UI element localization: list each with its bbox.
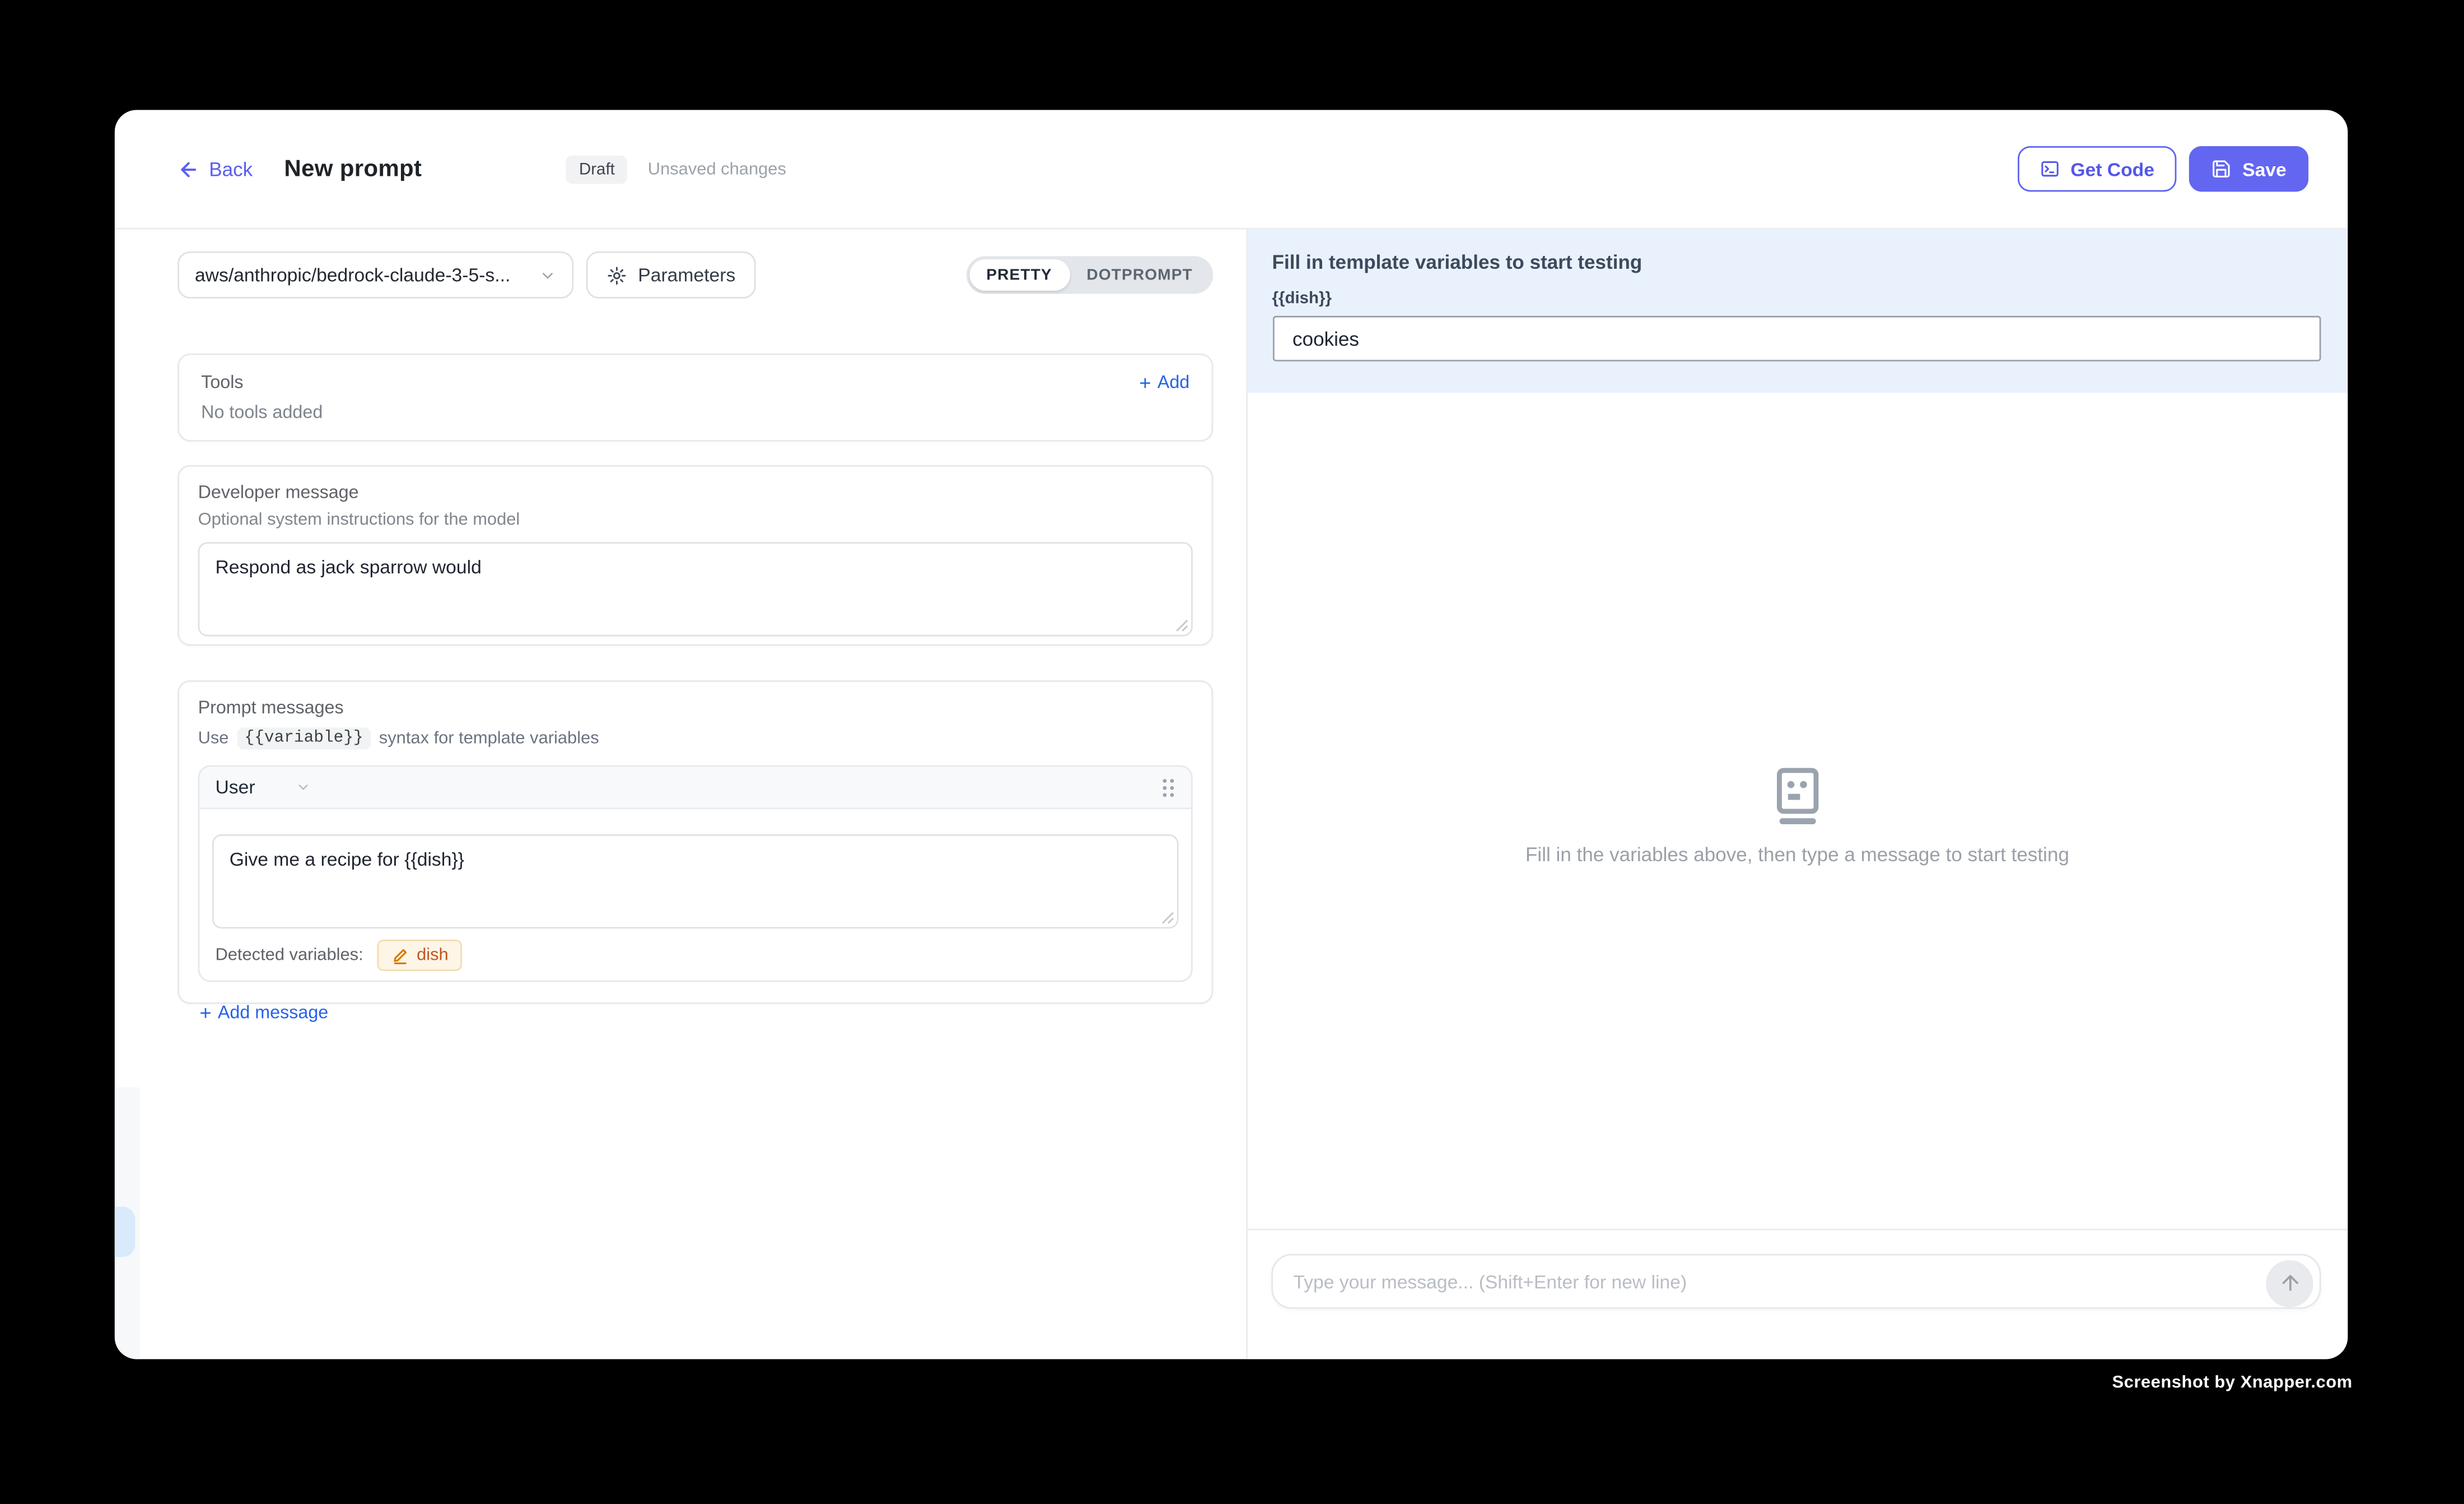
- message-body: Give me a recipe for {{dish}} Detected v…: [199, 809, 1191, 980]
- hint-suffix: syntax for template variables: [379, 729, 599, 748]
- toggle-option-pretty[interactable]: PRETTY: [969, 259, 1069, 291]
- header-actions: Get Code Save: [2017, 146, 2308, 191]
- developer-message-label: Developer message: [198, 484, 1193, 503]
- get-code-button[interactable]: Get Code: [2017, 146, 2176, 191]
- prompt-editor-panel: aws/anthropic/bedrock-claude-3-5-s... Pa…: [115, 230, 1245, 1360]
- variables-title: Fill in template variables to start test…: [1272, 251, 2321, 273]
- terminal-icon: [2039, 158, 2059, 179]
- variable-chip-label: dish: [417, 946, 449, 965]
- test-panel: Fill in template variables to start test…: [1245, 230, 2348, 1360]
- variable-value-input[interactable]: [1272, 316, 2321, 361]
- sidebar-edge-highlight: [115, 1207, 135, 1257]
- developer-message-card: Developer message Optional system instru…: [178, 465, 1213, 646]
- parameters-button[interactable]: Parameters: [586, 251, 756, 298]
- back-arrow-icon: [178, 158, 199, 180]
- bot-face-icon: [1766, 763, 1828, 825]
- message-header: User: [199, 767, 1191, 809]
- save-button[interactable]: Save: [2189, 146, 2308, 191]
- empty-state: Fill in the variables above, then type a…: [1525, 763, 2069, 865]
- add-tool-label: Add: [1158, 373, 1189, 392]
- add-tool-button[interactable]: + Add: [1139, 372, 1189, 393]
- watermark-text: Screenshot by Xnapper.com: [2112, 1374, 2353, 1393]
- page-title: New prompt: [284, 156, 422, 183]
- format-toggle: PRETTY DOTPROMPT: [966, 256, 1214, 293]
- role-select[interactable]: User: [215, 776, 311, 798]
- drag-grip-icon[interactable]: [1161, 777, 1175, 797]
- message-block: User Give me a recipe for {{dish}}: [198, 765, 1193, 982]
- tools-empty-text: No tools added: [201, 404, 323, 423]
- app-window: Back New prompt Draft Unsaved changes Ge…: [115, 110, 2348, 1359]
- prompt-messages-label: Prompt messages: [198, 699, 1193, 718]
- prompt-messages-card: Prompt messages Use {{variable}} syntax …: [178, 680, 1213, 1004]
- message-input-wrap: [1271, 1254, 2321, 1309]
- variable-name-label: {{dish}}: [1272, 289, 2321, 308]
- role-select-value: User: [215, 776, 255, 798]
- chat-area: Fill in the variables above, then type a…: [1247, 393, 2348, 1229]
- variable-syntax-hint: Use {{variable}} syntax for template var…: [198, 727, 1193, 749]
- detected-variables-label: Detected variables:: [215, 946, 363, 965]
- back-link[interactable]: Back: [178, 158, 253, 180]
- screenshot-stage: Back New prompt Draft Unsaved changes Ge…: [0, 0, 2464, 1504]
- save-icon: [2211, 158, 2231, 179]
- tools-label: Tools: [201, 373, 243, 392]
- chat-footer: [1247, 1229, 2348, 1359]
- add-message-button[interactable]: + Add message: [198, 1002, 1193, 1022]
- detected-variables-row: Detected variables: dish: [212, 940, 1179, 971]
- get-code-label: Get Code: [2070, 158, 2154, 180]
- user-message-textarea[interactable]: Give me a recipe for {{dish}}: [212, 834, 1179, 928]
- hint-prefix: Use: [198, 729, 229, 748]
- send-button[interactable]: [2266, 1259, 2313, 1306]
- parameters-label: Parameters: [638, 264, 735, 286]
- save-label: Save: [2242, 158, 2286, 180]
- send-arrow-icon: [2278, 1271, 2301, 1295]
- tools-card: Tools + Add No tools added: [178, 353, 1213, 441]
- unsaved-changes-text: Unsaved changes: [648, 160, 786, 179]
- back-label: Back: [209, 158, 253, 180]
- developer-message-description: Optional system instructions for the mod…: [198, 511, 1193, 530]
- plus-icon: +: [199, 1002, 211, 1022]
- status-badge: Draft: [567, 155, 628, 183]
- chevron-down-icon: [539, 267, 556, 284]
- template-variables-section: Fill in template variables to start test…: [1247, 230, 2348, 393]
- gear-icon: [606, 265, 627, 285]
- add-message-label: Add message: [218, 1003, 328, 1022]
- header-bar: Back New prompt Draft Unsaved changes Ge…: [115, 110, 2348, 229]
- model-select-value: aws/anthropic/bedrock-claude-3-5-s...: [195, 264, 510, 286]
- variable-chip-dish[interactable]: dish: [377, 940, 463, 971]
- model-row: aws/anthropic/bedrock-claude-3-5-s... Pa…: [178, 251, 1213, 298]
- model-select[interactable]: aws/anthropic/bedrock-claude-3-5-s...: [178, 251, 573, 298]
- variable-code-chip: {{variable}}: [236, 727, 371, 749]
- pencil-icon: [391, 946, 409, 965]
- chevron-down-icon: [296, 779, 312, 795]
- message-input[interactable]: [1273, 1271, 2320, 1292]
- status-group: Draft Unsaved changes: [567, 155, 786, 183]
- empty-state-text: Fill in the variables above, then type a…: [1525, 843, 2069, 865]
- plus-icon: +: [1139, 372, 1151, 393]
- toggle-option-dotprompt[interactable]: DOTPROMPT: [1070, 259, 1210, 291]
- developer-message-textarea[interactable]: Respond as jack sparrow would: [198, 542, 1193, 636]
